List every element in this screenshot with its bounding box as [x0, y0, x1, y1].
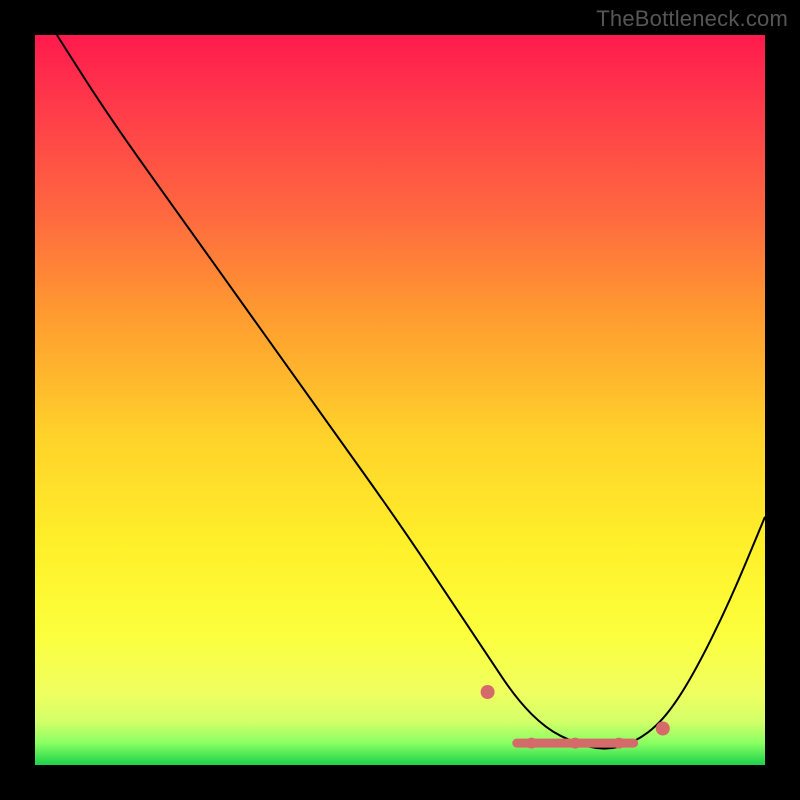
- highlight-markers: [481, 685, 670, 749]
- highlight-dot: [526, 738, 537, 749]
- curve-svg: [35, 35, 765, 765]
- chart-frame: TheBottleneck.com: [0, 0, 800, 800]
- plot-area: [35, 35, 765, 765]
- bottleneck-curve-path: [57, 35, 765, 749]
- watermark-text: TheBottleneck.com: [596, 6, 788, 32]
- highlight-dot: [656, 722, 670, 736]
- highlight-dot: [570, 738, 581, 749]
- highlight-dot: [481, 685, 495, 699]
- highlight-dot: [614, 738, 625, 749]
